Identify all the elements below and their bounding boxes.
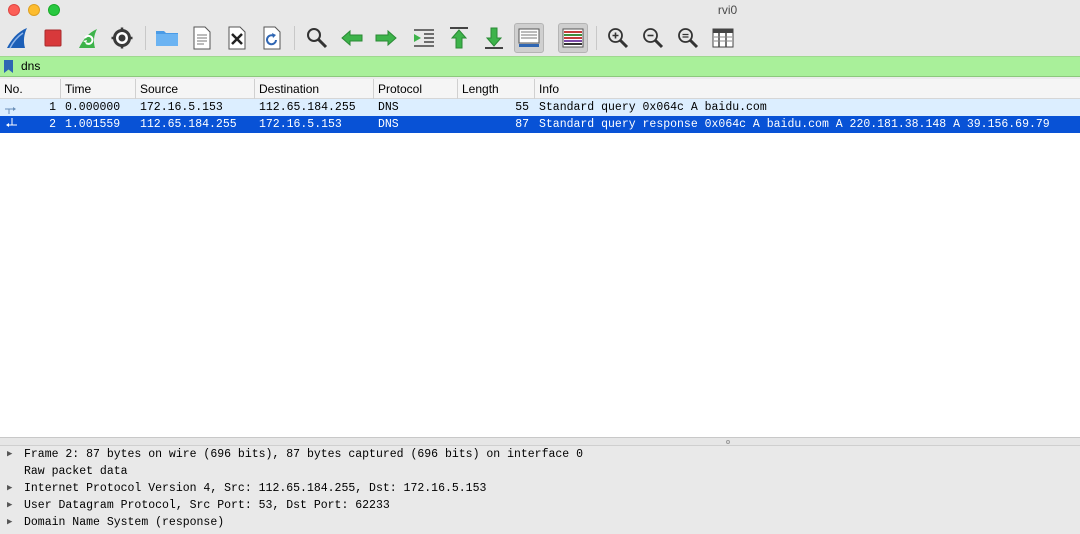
start-capture-button[interactable] — [3, 23, 33, 53]
expand-triangle-icon[interactable]: ▶ — [7, 480, 12, 497]
column-header-source[interactable]: Source — [135, 79, 254, 99]
zoom-in-icon — [608, 28, 629, 49]
packet-row[interactable]: 1 0.000000 172.16.5.153 112.65.184.255 D… — [0, 99, 1080, 116]
go-last-button[interactable] — [479, 23, 509, 53]
column-header-info[interactable]: Info — [534, 79, 1080, 99]
column-header-length[interactable]: Length — [457, 79, 534, 99]
toolbar-separator — [145, 26, 146, 50]
resize-columns-icon — [712, 28, 734, 48]
folder-icon — [156, 31, 178, 46]
bookmark-icon[interactable] — [4, 60, 13, 73]
packet-row-selected[interactable]: 2 1.001559 112.65.184.255 172.16.5.153 D… — [0, 116, 1080, 133]
column-header-destination[interactable]: Destination — [254, 79, 373, 99]
display-filter-input[interactable]: dns — [21, 59, 40, 73]
detail-row-text: User Datagram Protocol, Src Port: 53, Ds… — [24, 499, 390, 512]
zoom-out-button[interactable] — [638, 23, 668, 53]
detail-row-raw[interactable]: Raw packet data — [0, 463, 1080, 480]
stop-capture-button[interactable] — [38, 23, 68, 53]
arrow-right-icon — [375, 29, 397, 47]
autoscroll-icon — [518, 28, 540, 47]
packet-list-header: No. Time Source Destination Protocol Len… — [0, 79, 1080, 99]
packet-info: Standard query response 0x064c A baidu.c… — [539, 118, 1050, 131]
magnifier-icon — [307, 28, 328, 49]
arrow-top-icon — [450, 27, 468, 49]
toolbar-separator — [294, 26, 295, 50]
packet-length: 87 — [515, 118, 529, 131]
arrow-left-icon — [341, 29, 363, 47]
go-back-button[interactable] — [337, 23, 367, 53]
splitter-handle-icon[interactable] — [726, 440, 730, 444]
auto-scroll-button[interactable] — [514, 23, 544, 53]
document-icon — [193, 26, 211, 50]
detail-row-text: Internet Protocol Version 4, Src: 112.65… — [24, 482, 487, 495]
detail-row-frame[interactable]: ▶ Frame 2: 87 bytes on wire (696 bits), … — [0, 446, 1080, 463]
packet-time: 0.000000 — [65, 101, 121, 114]
restart-fin-icon — [79, 29, 97, 48]
detail-row-text: Raw packet data — [24, 465, 128, 478]
window-title: rvi0 — [717, 3, 738, 17]
colorize-icon — [562, 28, 584, 48]
toolbar-separator — [596, 26, 597, 50]
close-file-icon — [228, 26, 246, 50]
zoom-out-icon — [643, 28, 664, 49]
close-file-button[interactable] — [222, 23, 252, 53]
detail-row-udp[interactable]: ▶ User Datagram Protocol, Src Port: 53, … — [0, 497, 1080, 514]
gear-icon — [111, 27, 133, 49]
title-bar: rvi0 — [0, 0, 1080, 20]
go-to-packet-button[interactable] — [409, 23, 439, 53]
packet-details-pane: ▶ Frame 2: 87 bytes on wire (696 bits), … — [0, 446, 1080, 534]
open-file-button[interactable] — [152, 23, 182, 53]
packet-length: 55 — [515, 101, 529, 114]
jump-icon — [414, 29, 434, 47]
column-header-time[interactable]: Time — [60, 79, 135, 99]
packet-no: 1 — [49, 101, 56, 114]
zoom-in-button[interactable] — [603, 23, 633, 53]
shark-fin-icon — [7, 28, 27, 49]
packet-no: 2 — [49, 118, 56, 131]
column-header-protocol[interactable]: Protocol — [373, 79, 457, 99]
colorize-button[interactable] — [558, 23, 588, 53]
go-first-button[interactable] — [444, 23, 474, 53]
display-filter-bar[interactable]: dns — [0, 56, 1080, 77]
pane-splitter[interactable] — [0, 438, 1080, 446]
column-header-no[interactable]: No. — [0, 79, 60, 99]
capture-options-button[interactable] — [107, 23, 137, 53]
save-file-button[interactable] — [187, 23, 217, 53]
reload-icon — [263, 26, 281, 50]
packet-time: 1.001559 — [65, 118, 121, 131]
detail-row-text: Frame 2: 87 bytes on wire (696 bits), 87… — [24, 448, 583, 461]
zoom-reset-button[interactable] — [673, 23, 703, 53]
detail-row-ipv4[interactable]: ▶ Internet Protocol Version 4, Src: 112.… — [0, 480, 1080, 497]
packet-protocol: DNS — [378, 101, 399, 114]
detail-row-text: Domain Name System (response) — [24, 516, 225, 529]
find-packet-button[interactable] — [302, 23, 332, 53]
stop-square-icon — [44, 29, 62, 47]
resize-columns-button[interactable] — [708, 23, 738, 53]
main-toolbar — [0, 20, 1080, 56]
expand-triangle-icon[interactable]: ▶ — [7, 446, 12, 463]
expand-triangle-icon[interactable]: ▶ — [7, 497, 12, 514]
arrow-bottom-icon — [485, 27, 503, 49]
restart-capture-button[interactable] — [73, 23, 103, 53]
reload-file-button[interactable] — [257, 23, 287, 53]
packet-source: 112.65.184.255 — [140, 118, 237, 131]
packet-destination: 172.16.5.153 — [259, 118, 342, 131]
go-forward-button[interactable] — [371, 23, 401, 53]
detail-row-dns[interactable]: ▶ Domain Name System (response) — [0, 514, 1080, 531]
zoom-reset-icon — [678, 28, 699, 49]
packet-source: 172.16.5.153 — [140, 101, 223, 114]
packet-protocol: DNS — [378, 118, 399, 131]
packet-destination: 112.65.184.255 — [259, 101, 356, 114]
packet-info: Standard query 0x064c A baidu.com — [539, 101, 767, 114]
packet-list: No. Time Source Destination Protocol Len… — [0, 79, 1080, 438]
expand-triangle-icon[interactable]: ▶ — [7, 514, 12, 531]
